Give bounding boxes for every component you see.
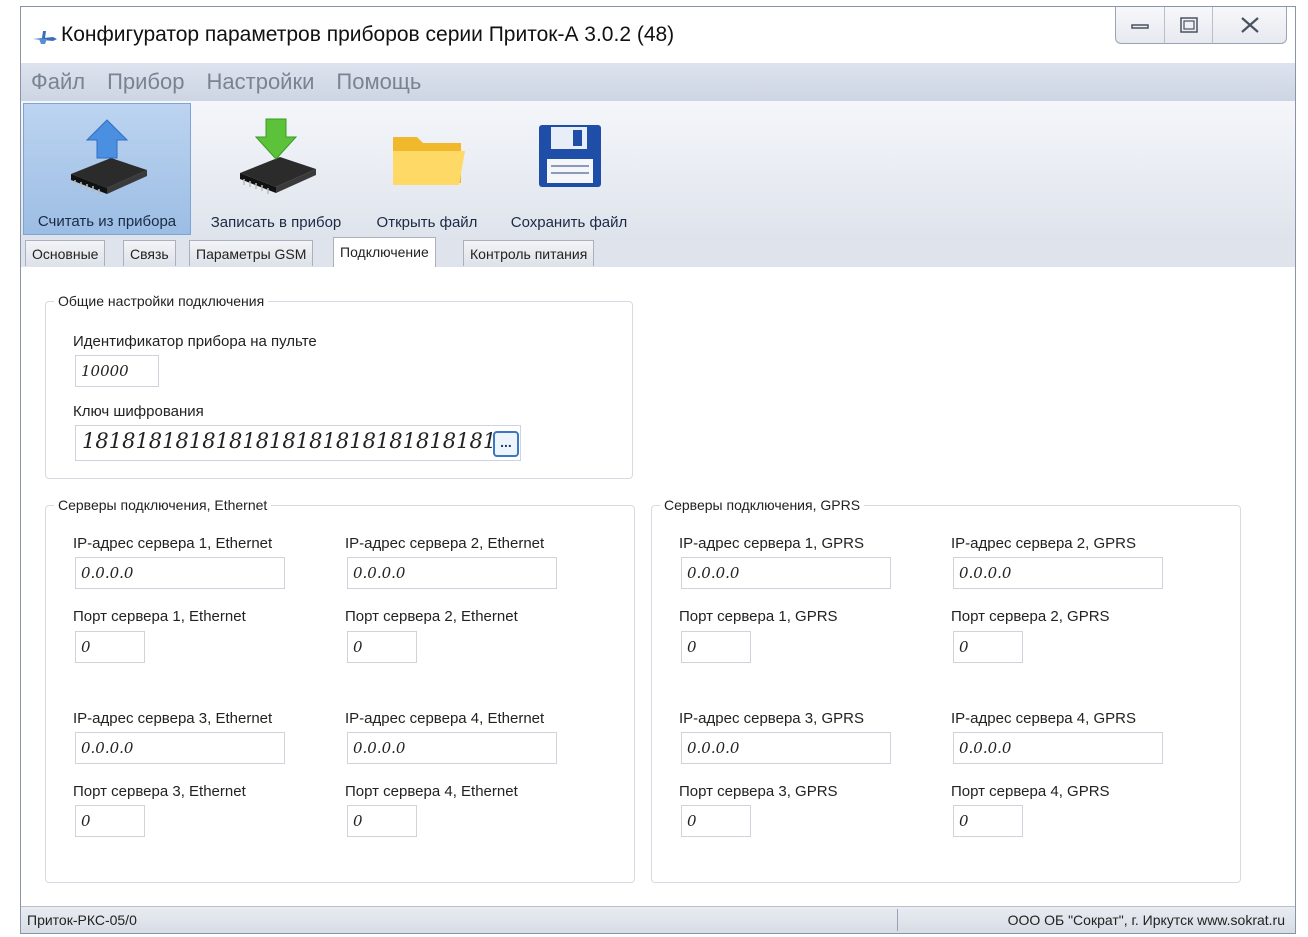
device-model-status: Приток-РКС-05/0 bbox=[27, 912, 137, 928]
gprs-port4-label: Порт сервера 4, GPRS bbox=[951, 783, 1110, 800]
maximize-button[interactable] bbox=[1164, 7, 1212, 43]
company-info-status: ООО ОБ "Сократ", г. Иркутск www.sokrat.r… bbox=[1007, 912, 1285, 928]
menu-settings[interactable]: Настройки bbox=[196, 69, 326, 95]
gprs-ip2-label: IP-адрес сервера 2, GPRS bbox=[951, 535, 1136, 552]
eth-port1-input[interactable]: 0 bbox=[75, 631, 145, 663]
maximize-icon bbox=[1179, 17, 1198, 33]
menu-device[interactable]: Прибор bbox=[96, 69, 195, 95]
eth-ip2-label: IP-адрес сервера 2, Ethernet bbox=[345, 535, 545, 552]
tab-main[interactable]: Основные bbox=[25, 240, 106, 266]
gprs-ip4-label: IP-адрес сервера 4, GPRS bbox=[951, 710, 1136, 727]
app-logo-icon bbox=[33, 31, 57, 44]
chip-download-icon bbox=[240, 118, 316, 194]
gprs-ip1-input[interactable]: 0.0.0.0 bbox=[681, 557, 891, 589]
eth-ip4-label: IP-адрес сервера 4, Ethernet bbox=[345, 710, 545, 727]
tab-power-control[interactable]: Контроль питания bbox=[463, 240, 595, 266]
gprs-ip3-input[interactable]: 0.0.0.0 bbox=[681, 732, 891, 764]
window-title: Конфигуратор параметров приборов серии П… bbox=[61, 23, 675, 46]
encryption-key-label: Ключ шифрования bbox=[73, 403, 204, 420]
gprs-ip4-input[interactable]: 0.0.0.0 bbox=[953, 732, 1163, 764]
eth-ip3-label: IP-адрес сервера 3, Ethernet bbox=[73, 710, 273, 727]
status-divider bbox=[897, 909, 898, 931]
gprs-servers-legend: Серверы подключения, GPRS bbox=[664, 497, 861, 513]
chip-upload-icon bbox=[71, 119, 147, 195]
title-bar: Конфигуратор параметров приборов серии П… bbox=[21, 7, 1295, 63]
tab-bar: Основные Связь Параметры GSM Подключение… bbox=[21, 237, 1295, 268]
save-file-button[interactable]: Сохранить файл bbox=[499, 103, 639, 235]
device-id-label: Идентификатор прибора на пульте bbox=[73, 333, 317, 350]
menu-bar: Файл Прибор Настройки Помощь bbox=[21, 63, 1295, 101]
write-to-device-button[interactable]: Записать в прибор bbox=[195, 103, 357, 235]
encryption-key-browse-button[interactable]: ... bbox=[493, 431, 519, 457]
tab-content: Общие настройки подключения Идентификато… bbox=[21, 267, 1295, 907]
minimize-icon bbox=[1131, 24, 1149, 29]
folder-icon bbox=[393, 137, 465, 185]
gprs-port1-input[interactable]: 0 bbox=[681, 631, 751, 663]
eth-port2-input[interactable]: 0 bbox=[347, 631, 417, 663]
toolbar: Считать из прибора Записать в прибор Отк… bbox=[21, 101, 1295, 238]
read-from-device-label: Считать из прибора bbox=[37, 213, 177, 230]
gprs-port2-input[interactable]: 0 bbox=[953, 631, 1023, 663]
open-file-label: Открыть файл bbox=[376, 214, 478, 231]
close-button[interactable] bbox=[1212, 7, 1286, 43]
eth-ip3-input[interactable]: 0.0.0.0 bbox=[75, 732, 285, 764]
write-to-device-label: Записать в прибор bbox=[210, 214, 342, 231]
close-icon bbox=[1240, 17, 1259, 33]
general-settings-legend: Общие настройки подключения bbox=[58, 293, 265, 309]
window-controls bbox=[1115, 7, 1287, 44]
eth-port2-label: Порт сервера 2, Ethernet bbox=[345, 608, 518, 625]
save-file-label: Сохранить файл bbox=[510, 214, 628, 231]
gprs-port1-label: Порт сервера 1, GPRS bbox=[679, 608, 838, 625]
encryption-key-input[interactable]: 18181818181818181818181818181818 bbox=[75, 425, 521, 461]
floppy-disk-icon bbox=[539, 125, 601, 187]
eth-ip4-input[interactable]: 0.0.0.0 bbox=[347, 732, 557, 764]
device-id-input[interactable]: 10000 bbox=[75, 355, 159, 387]
eth-ip2-input[interactable]: 0.0.0.0 bbox=[347, 557, 557, 589]
tab-gsm-params[interactable]: Параметры GSM bbox=[189, 240, 314, 266]
eth-port3-label: Порт сервера 3, Ethernet bbox=[73, 783, 246, 800]
eth-port1-label: Порт сервера 1, Ethernet bbox=[73, 608, 246, 625]
eth-port4-label: Порт сервера 4, Ethernet bbox=[345, 783, 518, 800]
open-file-button[interactable]: Открыть файл bbox=[361, 103, 493, 235]
eth-port4-input[interactable]: 0 bbox=[347, 805, 417, 837]
gprs-ip3-label: IP-адрес сервера 3, GPRS bbox=[679, 710, 864, 727]
menu-help[interactable]: Помощь bbox=[325, 69, 432, 95]
minimize-button[interactable] bbox=[1116, 7, 1164, 43]
eth-ip1-label: IP-адрес сервера 1, Ethernet bbox=[73, 535, 273, 552]
gprs-ip2-input[interactable]: 0.0.0.0 bbox=[953, 557, 1163, 589]
ethernet-servers-legend: Серверы подключения, Ethernet bbox=[58, 497, 268, 513]
gprs-port4-input[interactable]: 0 bbox=[953, 805, 1023, 837]
read-from-device-button[interactable]: Считать из прибора bbox=[23, 103, 191, 235]
menu-file[interactable]: Файл bbox=[21, 69, 96, 95]
gprs-port3-input[interactable]: 0 bbox=[681, 805, 751, 837]
eth-ip1-input[interactable]: 0.0.0.0 bbox=[75, 557, 285, 589]
gprs-ip1-label: IP-адрес сервера 1, GPRS bbox=[679, 535, 864, 552]
gprs-port2-label: Порт сервера 2, GPRS bbox=[951, 608, 1110, 625]
gprs-port3-label: Порт сервера 3, GPRS bbox=[679, 783, 838, 800]
tab-connection-link[interactable]: Связь bbox=[123, 240, 176, 266]
tab-connection[interactable]: Подключение bbox=[333, 237, 436, 268]
app-window: Конфигуратор параметров приборов серии П… bbox=[20, 6, 1296, 934]
eth-port3-input[interactable]: 0 bbox=[75, 805, 145, 837]
status-bar: Приток-РКС-05/0 ООО ОБ "Сократ", г. Ирку… bbox=[21, 906, 1295, 933]
